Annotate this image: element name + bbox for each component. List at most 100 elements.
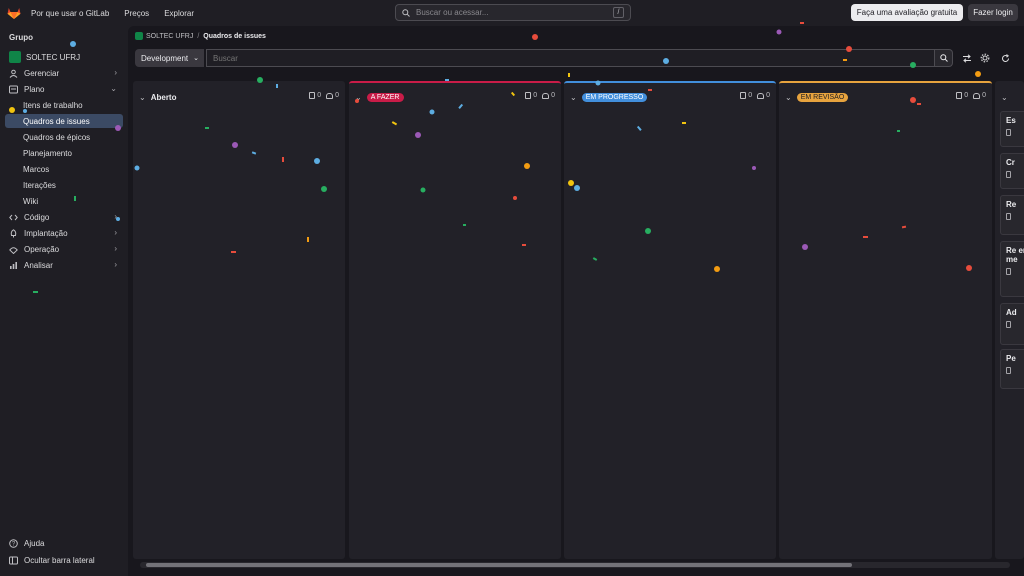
chevron-down-icon[interactable]: ⌄ xyxy=(139,93,146,102)
analyze-icon xyxy=(10,261,17,269)
issue-count: 0 xyxy=(748,92,753,99)
issue-card[interactable]: Es xyxy=(1000,111,1024,147)
issue-count: 0 xyxy=(964,92,969,99)
board-horizontal-scrollbar[interactable] xyxy=(140,562,1010,568)
swap-icon[interactable] xyxy=(961,52,973,64)
sidebar-section-title: Grupo xyxy=(9,33,33,42)
issue-icon xyxy=(1006,213,1011,220)
chevron-down-icon[interactable]: ⌄ xyxy=(1001,93,1008,102)
filter-search-input[interactable] xyxy=(206,49,935,67)
gitlab-logo-icon[interactable] xyxy=(7,7,21,19)
search-placeholder: Buscar ou acessar... xyxy=(416,8,489,17)
breadcrumb-separator: / xyxy=(197,32,200,40)
sidebar-hide-toggle[interactable]: Ocultar barra lateral xyxy=(5,553,123,567)
column-counts: 0 0 xyxy=(951,92,986,99)
sidebar-item-label: Código xyxy=(24,212,50,222)
sidebar-item-label: Plano xyxy=(24,84,45,94)
sidebar-item-label: Quadros de issues xyxy=(23,116,90,126)
weight-icon xyxy=(326,92,334,99)
sidebar-item-marcos[interactable]: Marcos xyxy=(5,162,123,176)
chevron-down-icon[interactable]: ⌄ xyxy=(355,93,362,102)
weight-icon xyxy=(973,92,981,99)
issue-icon xyxy=(1006,171,1011,178)
breadcrumb-current: Quadros de issues xyxy=(203,32,266,40)
nav-why-gitlab[interactable]: Por que usar o GitLab xyxy=(31,9,109,18)
issue-card[interactable]: Re en me xyxy=(1000,241,1024,297)
sidebar-item-planejamento[interactable]: Planejamento xyxy=(5,146,123,160)
issue-card[interactable]: Re xyxy=(1000,195,1024,235)
search-icon xyxy=(402,8,410,17)
issue-card-title: Cr xyxy=(1006,158,1015,167)
column-title: Aberto xyxy=(150,92,177,102)
group-name: SOLTEC UFRJ xyxy=(26,52,81,62)
sidebar-item-operacao[interactable]: Operação › xyxy=(5,242,123,256)
sidebar-item-label: Iterações xyxy=(23,180,56,190)
sidebar-help[interactable]: ? Ajuda xyxy=(5,536,123,550)
operate-icon xyxy=(9,246,18,254)
sidebar-item-itens-de-trabalho[interactable]: Itens de trabalho xyxy=(5,98,123,112)
board-selector-label: Development xyxy=(141,53,189,63)
refresh-icon[interactable] xyxy=(999,52,1011,64)
sidebar-item-plano[interactable]: Plano ⌄ xyxy=(5,82,123,96)
sidebar-item-label: Implantação xyxy=(24,228,68,238)
column-label-pill: EM PROGRESSO xyxy=(581,92,648,102)
sidebar-item-label: Quadros de épicos xyxy=(23,132,91,142)
sidebar-group-link[interactable]: SOLTEC UFRJ xyxy=(5,50,123,64)
code-icon xyxy=(9,214,18,220)
issue-icon xyxy=(1006,367,1011,374)
issue-icon xyxy=(1006,129,1011,136)
filter-search-button[interactable] xyxy=(935,49,953,67)
chevron-right-icon: › xyxy=(114,212,117,221)
column-counts: 0 0 xyxy=(520,92,555,99)
weight-count: 0 xyxy=(982,92,986,99)
issues-icon xyxy=(309,92,316,99)
sidebar-collapse-icon xyxy=(9,556,18,564)
sidebar-item-gerenciar[interactable]: Gerenciar › xyxy=(5,66,123,80)
issue-card-title: Es xyxy=(1006,116,1016,125)
chevron-down-icon: ⌄ xyxy=(110,84,117,93)
sidebar-item-label: Analisar xyxy=(24,260,53,270)
sidebar-item-analisar[interactable]: Analisar › xyxy=(5,258,123,272)
sidebar-item-codigo[interactable]: Código › xyxy=(5,210,123,224)
issues-icon xyxy=(956,92,963,99)
sidebar-item-label: Wiki xyxy=(23,196,39,206)
issue-card[interactable]: Cr xyxy=(1000,153,1024,189)
issues-icon xyxy=(740,92,747,99)
issue-icon xyxy=(1006,321,1011,328)
column-counts: 0 0 xyxy=(304,92,339,99)
weight-icon xyxy=(542,92,550,99)
search-icon xyxy=(939,54,948,62)
nav-explore[interactable]: Explorar xyxy=(164,9,194,18)
issue-count: 0 xyxy=(317,92,322,99)
sidebar-item-wiki[interactable]: Wiki xyxy=(5,194,123,208)
board-column-em-progresso: ⌄ EM PROGRESSO 0 0 xyxy=(564,81,776,559)
board-selector-dropdown[interactable]: Development ⌄ xyxy=(135,49,204,67)
sidebar-item-implantacao[interactable]: Implantação › xyxy=(5,226,123,240)
issue-card[interactable]: Ad xyxy=(1000,303,1024,345)
issue-card-title: Pe xyxy=(1006,354,1016,363)
column-label-pill: A FAZER xyxy=(366,92,404,102)
login-button[interactable]: Fazer login xyxy=(968,4,1018,21)
nav-pricing[interactable]: Preços xyxy=(124,9,149,18)
issue-card-title: Ad xyxy=(1006,308,1017,317)
help-icon: ? xyxy=(9,538,18,548)
breadcrumb-group-link[interactable]: SOLTEC UFRJ xyxy=(146,33,193,40)
settings-gear-icon[interactable] xyxy=(979,52,991,64)
sidebar-item-label: Planejamento xyxy=(23,148,72,158)
chevron-down-icon[interactable]: ⌄ xyxy=(570,93,577,102)
chevron-right-icon: › xyxy=(114,260,117,269)
sidebar-item-iteracoes[interactable]: Iterações xyxy=(5,178,123,192)
sidebar-item-quadros-de-epicos[interactable]: Quadros de épicos xyxy=(5,130,123,144)
global-search-input[interactable]: Buscar ou acessar... / xyxy=(395,4,631,21)
issue-card[interactable]: Pe xyxy=(1000,349,1024,389)
free-trial-button[interactable]: Faça uma avaliação gratuita xyxy=(851,4,963,21)
scrollbar-thumb[interactable] xyxy=(146,563,852,567)
chevron-down-icon[interactable]: ⌄ xyxy=(785,93,792,102)
column-header: ⌄ EM REVISÃO 0 0 xyxy=(785,90,986,104)
sidebar-item-quadros-de-issues[interactable]: Quadros de issues xyxy=(5,114,123,128)
issue-board: ⌄ Aberto 0 0 ⌄ A FAZER 0 0 ⌄ EM PROGRESS… xyxy=(133,81,1024,559)
search-shortcut-badge: / xyxy=(613,7,624,18)
issue-card-title: Re xyxy=(1006,200,1017,209)
top-bar: Por que usar o GitLab Preços Explorar Bu… xyxy=(0,0,1024,26)
sidebar: Grupo SOLTEC UFRJ Gerenciar › Plano ⌄ It… xyxy=(0,26,128,576)
